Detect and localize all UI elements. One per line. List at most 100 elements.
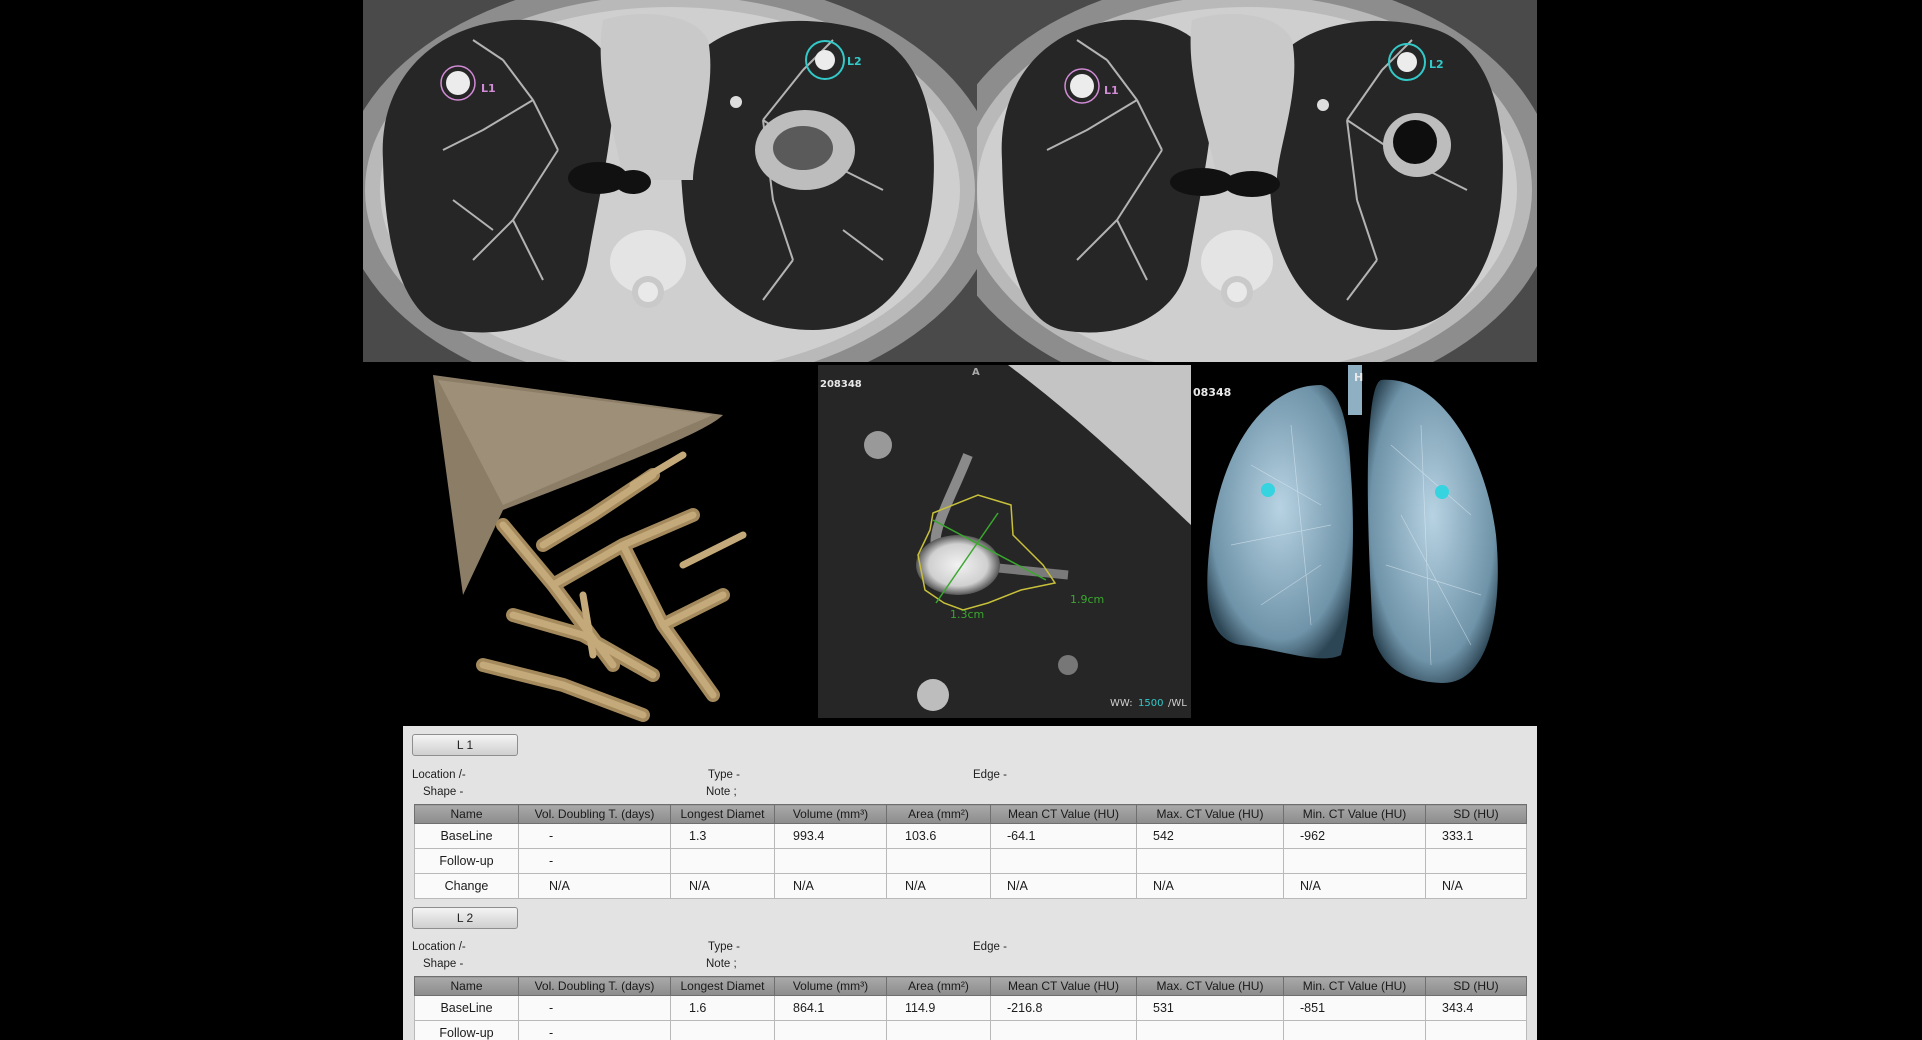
ct-axial-baseline-image xyxy=(363,0,977,362)
table-cell xyxy=(774,848,887,874)
table-cell: N/A xyxy=(1425,873,1527,899)
nodule-zoom-view[interactable]: 208348 A 1.3cm 1.9cm WW: 1500 /WL xyxy=(818,365,1191,718)
ct-axial-followup-view[interactable]: L1 L2 xyxy=(977,0,1537,362)
table-cell xyxy=(1425,1020,1527,1040)
table-cell xyxy=(670,1020,775,1040)
diameter-long-label: 1.9cm xyxy=(1070,593,1105,606)
table-cell: - xyxy=(518,848,671,874)
lesion-tab-l2[interactable]: L 2 xyxy=(412,907,518,929)
table-row-baseline[interactable]: BaseLine - 1.6 864.1 114.9 -216.8 531 -8… xyxy=(414,995,1527,1021)
table-cell: -962 xyxy=(1283,823,1426,849)
lesion-tab-l1[interactable]: L 1 xyxy=(412,734,518,756)
l2-marker-label: L2 xyxy=(1429,58,1444,71)
nodule-zoom-image xyxy=(818,365,1191,718)
table-header-row: Name Vol. Doubling T. (days) Longest Dia… xyxy=(414,804,1527,824)
table-row-followup[interactable]: Follow-up - xyxy=(414,848,1527,874)
table-cell: Change xyxy=(414,873,519,899)
table-cell xyxy=(990,848,1137,874)
table-cell: N/A xyxy=(670,873,775,899)
edge-field: Edge - xyxy=(973,941,1007,953)
table-cell: 103.6 xyxy=(886,823,991,849)
series-id-label: 08348 xyxy=(1193,386,1232,399)
column-header[interactable]: Area (mm²) xyxy=(886,976,991,996)
table-cell xyxy=(670,848,775,874)
volume-render-vessels-view[interactable] xyxy=(383,365,783,727)
lesion-l2-3d-marker xyxy=(1435,485,1449,499)
l2-marker-label: L2 xyxy=(847,55,862,68)
location-field: Location /- xyxy=(412,941,466,953)
table-cell xyxy=(1136,848,1284,874)
lung-volume-render-view[interactable]: 08348 H xyxy=(1191,365,1537,718)
column-header[interactable]: Vol. Doubling T. (days) xyxy=(518,976,671,996)
table-cell xyxy=(990,1020,1137,1040)
table-cell: N/A xyxy=(1283,873,1426,899)
table-cell: 993.4 xyxy=(774,823,887,849)
table-cell: 864.1 xyxy=(774,995,887,1021)
column-header[interactable]: Mean CT Value (HU) xyxy=(990,976,1137,996)
location-field: Location /- xyxy=(412,769,466,781)
column-header[interactable]: Area (mm²) xyxy=(886,804,991,824)
lesion-l2-block: L 2 Location /- Shape - Type - Note ; Ed… xyxy=(412,907,1527,1040)
series-id-label: 208348 xyxy=(820,379,862,390)
table-cell: 343.4 xyxy=(1425,995,1527,1021)
table-cell: -216.8 xyxy=(990,995,1137,1021)
ct-axial-baseline-view[interactable]: L1 L2 xyxy=(363,0,977,362)
table-row-baseline[interactable]: BaseLine - 1.3 993.4 103.6 -64.1 542 -96… xyxy=(414,823,1527,849)
table-cell: BaseLine xyxy=(414,995,519,1021)
table-cell: 542 xyxy=(1136,823,1284,849)
column-header[interactable]: Min. CT Value (HU) xyxy=(1283,804,1426,824)
column-header[interactable]: Mean CT Value (HU) xyxy=(990,804,1137,824)
ww-label: WW: xyxy=(1110,698,1133,709)
table-header-row: Name Vol. Doubling T. (days) Longest Dia… xyxy=(414,976,1527,996)
column-header[interactable]: SD (HU) xyxy=(1425,976,1527,996)
table-cell: N/A xyxy=(518,873,671,899)
table-row-change[interactable]: Change N/A N/A N/A N/A N/A N/A N/A N/A xyxy=(414,873,1527,899)
note-field: Note ; xyxy=(706,958,737,970)
table-cell xyxy=(886,848,991,874)
table-cell: N/A xyxy=(886,873,991,899)
table-cell: 1.6 xyxy=(670,995,775,1021)
column-header[interactable]: Min. CT Value (HU) xyxy=(1283,976,1426,996)
column-header[interactable]: SD (HU) xyxy=(1425,804,1527,824)
table-cell xyxy=(774,1020,887,1040)
type-field: Type - xyxy=(708,769,740,781)
table-cell xyxy=(1425,848,1527,874)
table-row-followup[interactable]: Follow-up - xyxy=(414,1020,1527,1040)
vessel-3d-render xyxy=(383,365,783,727)
column-header[interactable]: Name xyxy=(414,976,519,996)
table-cell: 114.9 xyxy=(886,995,991,1021)
table-cell: Follow-up xyxy=(414,1020,519,1040)
l1-marker-label: L1 xyxy=(481,82,496,95)
table-cell xyxy=(1283,848,1426,874)
table-cell: -64.1 xyxy=(990,823,1137,849)
column-header[interactable]: Max. CT Value (HU) xyxy=(1136,804,1284,824)
table-cell: -851 xyxy=(1283,995,1426,1021)
orientation-label: A xyxy=(972,367,980,378)
lesion-l1-3d-marker xyxy=(1261,483,1275,497)
lesion-measurement-panel: L 1 Location /- Shape - Type - Note ; Ed… xyxy=(403,726,1537,1040)
column-header[interactable]: Max. CT Value (HU) xyxy=(1136,976,1284,996)
shape-field: Shape - xyxy=(423,786,464,798)
shape-field: Shape - xyxy=(423,958,464,970)
note-field: Note ; xyxy=(706,786,737,798)
diameter-short-label: 1.3cm xyxy=(950,608,985,621)
edge-field: Edge - xyxy=(973,769,1007,781)
lesion-l2-table: Name Vol. Doubling T. (days) Longest Dia… xyxy=(414,976,1527,1040)
column-header[interactable]: Volume (mm³) xyxy=(774,804,887,824)
table-cell: - xyxy=(518,1020,671,1040)
table-cell: 531 xyxy=(1136,995,1284,1021)
column-header[interactable]: Longest Diamet xyxy=(670,804,775,824)
lesion-l1-table: Name Vol. Doubling T. (days) Longest Dia… xyxy=(414,804,1527,899)
ct-axial-followup-image xyxy=(977,0,1537,362)
type-field: Type - xyxy=(708,941,740,953)
column-header[interactable]: Volume (mm³) xyxy=(774,976,887,996)
table-cell xyxy=(886,1020,991,1040)
column-header[interactable]: Longest Diamet xyxy=(670,976,775,996)
table-cell: 1.3 xyxy=(670,823,775,849)
column-header[interactable]: Name xyxy=(414,804,519,824)
volume-lesion-label: H xyxy=(1354,371,1364,384)
table-cell: N/A xyxy=(774,873,887,899)
table-cell xyxy=(1283,1020,1426,1040)
ww-value[interactable]: 1500 xyxy=(1138,698,1163,709)
column-header[interactable]: Vol. Doubling T. (days) xyxy=(518,804,671,824)
